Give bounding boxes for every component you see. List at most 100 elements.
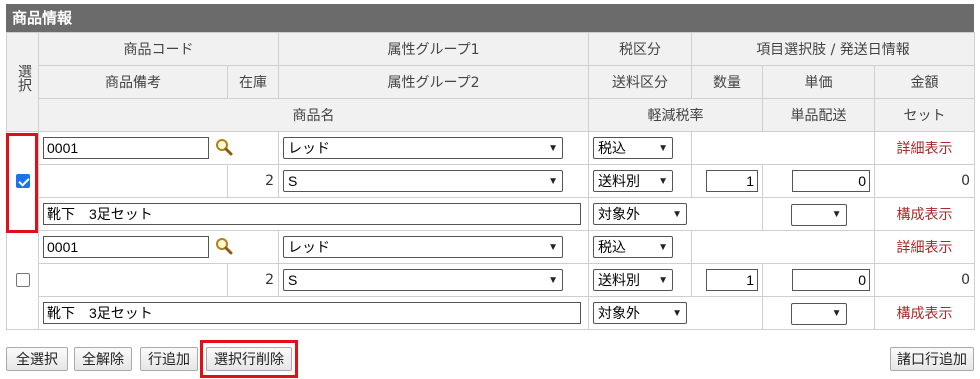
chevron-down-icon: ▼ bbox=[548, 241, 558, 253]
reduced-tax-select[interactable]: 対象外 ▼ bbox=[593, 203, 687, 225]
attr-group1-select[interactable]: レッド ▼ bbox=[283, 236, 563, 258]
quantity-cell bbox=[691, 164, 763, 198]
tax-class-select[interactable]: 税込 ▼ bbox=[593, 137, 673, 159]
chevron-down-icon: ▼ bbox=[548, 142, 558, 154]
deselect-all-button[interactable]: 全解除 bbox=[74, 347, 132, 371]
product-code-cell bbox=[38, 131, 279, 165]
quantity-cell bbox=[691, 263, 763, 297]
row-select-cell bbox=[6, 230, 39, 330]
header-stock: 在庫 bbox=[227, 65, 279, 99]
single-ship-select[interactable]: ▼ bbox=[790, 302, 847, 325]
attr-group2-select[interactable]: S ▼ bbox=[283, 269, 563, 291]
attr-group2-cell: S ▼ bbox=[278, 164, 589, 198]
single-ship-select[interactable]: ▼ bbox=[790, 203, 847, 226]
tax-class-cell: 税込 ▼ bbox=[588, 131, 692, 165]
header-amount: 金額 bbox=[873, 65, 976, 99]
header-select: 選択 bbox=[6, 32, 39, 132]
tax-class-select[interactable]: 税込 ▼ bbox=[593, 236, 673, 258]
product-row-1-line-1: レッド▼ 税込▼ 詳細表示 bbox=[6, 131, 976, 231]
product-table: 選択 商品コード 属性グループ1 税区分 項目選択肢 / 発送日情報 商品備考 … bbox=[6, 32, 976, 330]
header-shipping-class: 送料区分 bbox=[588, 65, 692, 99]
unit-price-input[interactable] bbox=[792, 170, 870, 192]
header-reduced-tax: 軽減税率 bbox=[588, 98, 763, 132]
search-icon[interactable] bbox=[215, 138, 233, 160]
header-product-code: 商品コード bbox=[38, 32, 279, 66]
reduced-tax-select[interactable]: 対象外 ▼ bbox=[593, 302, 687, 324]
add-row-button[interactable]: 行追加 bbox=[140, 347, 198, 371]
header-quantity: 数量 bbox=[691, 65, 763, 99]
reduced-tax-cell: 対象外 ▼ bbox=[588, 296, 763, 330]
chevron-down-icon: ▼ bbox=[548, 175, 558, 187]
amount-value: 0 bbox=[873, 164, 976, 198]
product-name-cell bbox=[38, 296, 589, 330]
amount-value: 0 bbox=[873, 263, 976, 297]
attr-group1-cell: レッド ▼ bbox=[278, 131, 589, 165]
stock-value: 2 bbox=[227, 164, 279, 198]
chevron-down-icon: ▼ bbox=[658, 142, 668, 154]
quantity-input[interactable] bbox=[706, 170, 758, 192]
header-attr-group1: 属性グループ1 bbox=[278, 32, 589, 66]
header-row-1: 選択 商品コード 属性グループ1 税区分 項目選択肢 / 発送日情報 bbox=[6, 32, 976, 132]
attr-group2-select[interactable]: S ▼ bbox=[283, 170, 563, 192]
product-name-input[interactable] bbox=[43, 203, 581, 225]
shipping-class-select[interactable]: 送料別 ▼ bbox=[593, 269, 673, 291]
product-name-cell bbox=[38, 197, 589, 231]
chevron-down-icon: ▼ bbox=[548, 274, 558, 286]
chevron-down-icon: ▼ bbox=[672, 208, 682, 220]
stock-value: 2 bbox=[227, 263, 279, 297]
option-info-cell bbox=[691, 131, 875, 165]
reduced-tax-cell: 対象外 ▼ bbox=[588, 197, 763, 231]
option-info-cell bbox=[691, 230, 875, 264]
product-row-2-line-2: 2 S▼ 送料別▼ 0 bbox=[7, 263, 976, 297]
chevron-down-icon: ▼ bbox=[658, 241, 668, 253]
unit-price-input[interactable] bbox=[792, 269, 870, 291]
tax-class-cell: 税込 ▼ bbox=[588, 230, 692, 264]
product-code-input[interactable] bbox=[43, 235, 209, 258]
detail-link[interactable]: 詳細表示 bbox=[873, 131, 976, 165]
product-row-2-line-3: 対象外▼ ▼ 構成表示 bbox=[7, 296, 976, 330]
row-2-checkbox[interactable] bbox=[15, 273, 30, 287]
product-row-1-line-3: 対象外▼ ▼ 構成表示 bbox=[7, 197, 976, 231]
single-ship-cell: ▼ bbox=[762, 296, 875, 330]
header-tax-class: 税区分 bbox=[588, 32, 692, 66]
product-code-cell bbox=[38, 230, 279, 264]
search-icon[interactable] bbox=[215, 237, 233, 259]
product-note-cell bbox=[38, 263, 228, 297]
shipping-class-select[interactable]: 送料別 ▼ bbox=[593, 170, 673, 192]
unit-price-cell bbox=[762, 164, 875, 198]
compose-link[interactable]: 構成表示 bbox=[873, 197, 976, 231]
chevron-down-icon: ▼ bbox=[658, 175, 668, 187]
header-unit-price: 単価 bbox=[762, 65, 875, 99]
product-note-cell bbox=[38, 164, 228, 198]
select-all-button[interactable]: 全選択 bbox=[6, 347, 68, 371]
shipping-class-cell: 送料別 ▼ bbox=[588, 263, 692, 297]
header-product-name: 商品名 bbox=[38, 98, 589, 132]
attr-group1-cell: レッド ▼ bbox=[278, 230, 589, 264]
compose-link[interactable]: 構成表示 bbox=[873, 296, 976, 330]
product-row-1-line-2: 2 S▼ 送料別▼ 0 bbox=[7, 164, 976, 198]
add-misc-row-button[interactable]: 諸口行追加 bbox=[890, 347, 974, 371]
chevron-down-icon: ▼ bbox=[831, 209, 842, 220]
header-set: セット bbox=[873, 98, 976, 132]
chevron-down-icon: ▼ bbox=[831, 308, 842, 319]
product-name-input[interactable] bbox=[43, 302, 581, 324]
single-ship-cell: ▼ bbox=[762, 197, 875, 231]
quantity-input[interactable] bbox=[706, 269, 758, 291]
chevron-down-icon: ▼ bbox=[658, 274, 668, 286]
header-row-2: 商品備考 在庫 属性グループ2 送料区分 数量 単価 金額 bbox=[7, 65, 976, 99]
header-single-ship: 単品配送 bbox=[762, 98, 875, 132]
shipping-class-cell: 送料別 ▼ bbox=[588, 164, 692, 198]
attr-group1-select[interactable]: レッド ▼ bbox=[283, 137, 563, 159]
row-1-checkbox[interactable] bbox=[15, 174, 30, 188]
attr-group2-cell: S ▼ bbox=[278, 263, 589, 297]
detail-link[interactable]: 詳細表示 bbox=[873, 230, 976, 264]
section-title: 商品情報 bbox=[6, 4, 974, 32]
delete-selected-rows-button[interactable]: 選択行削除 bbox=[206, 347, 292, 371]
header-product-note: 商品備考 bbox=[38, 65, 228, 99]
header-row-3: 商品名 軽減税率 単品配送 セット bbox=[7, 98, 976, 132]
header-attr-group2: 属性グループ2 bbox=[278, 65, 589, 99]
row-select-cell bbox=[6, 131, 39, 231]
chevron-down-icon: ▼ bbox=[672, 307, 682, 319]
unit-price-cell bbox=[762, 263, 875, 297]
product-code-input[interactable] bbox=[43, 136, 209, 159]
